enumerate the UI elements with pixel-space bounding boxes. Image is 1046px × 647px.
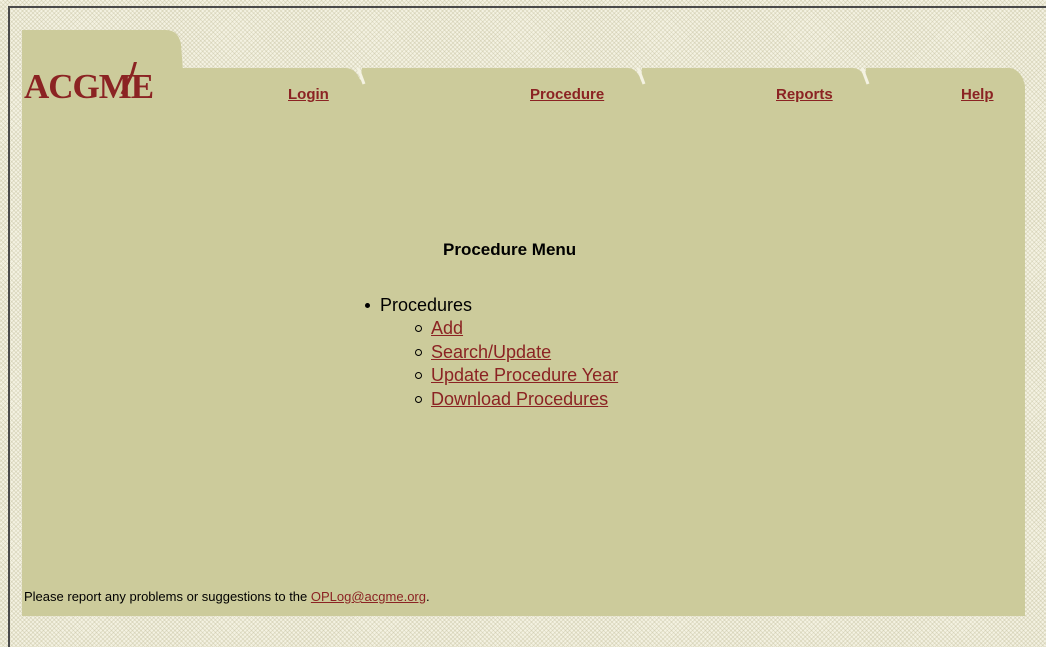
bullet-circle-icon xyxy=(415,372,422,380)
section-label: Procedures xyxy=(380,294,473,315)
search-update-link[interactable]: Search/Update xyxy=(431,342,551,363)
update-procedure-year-link[interactable]: Update Procedure Year xyxy=(431,365,618,386)
nav-help-link[interactable]: Help xyxy=(961,86,994,103)
support-email-link[interactable]: OPLog@acgme.org xyxy=(311,589,426,604)
nav-procedure-link[interactable]: Procedure xyxy=(530,86,604,103)
submenu-item-search-update: Search/Update xyxy=(415,341,618,365)
bullet-disc-icon xyxy=(365,302,370,308)
footer-text: Please report any problems or suggestion… xyxy=(24,589,311,604)
menu-section-procedures: Procedures Add Search/Update Update Proc… xyxy=(363,293,618,411)
submenu-item-add: Add xyxy=(415,317,618,341)
footer-notice: Please report any problems or suggestion… xyxy=(24,589,430,604)
nav-login-link[interactable]: Login xyxy=(288,86,329,103)
acgme-logo: ACGME xyxy=(24,62,154,102)
page-title: Procedure Menu xyxy=(443,240,577,259)
add-link[interactable]: Add xyxy=(431,318,463,339)
procedure-menu: Procedures Add Search/Update Update Proc… xyxy=(363,293,618,411)
bullet-circle-icon xyxy=(415,325,422,333)
procedures-submenu: Add Search/Update Update Procedure Year … xyxy=(363,317,618,411)
submenu-item-update-year: Update Procedure Year xyxy=(415,364,618,388)
footer-period: . xyxy=(425,589,430,604)
download-procedures-link[interactable]: Download Procedures xyxy=(431,389,608,410)
bullet-circle-icon xyxy=(415,395,422,403)
submenu-item-download: Download Procedures xyxy=(415,388,618,412)
bullet-circle-icon xyxy=(415,348,422,356)
nav-reports-link[interactable]: Reports xyxy=(776,86,833,103)
